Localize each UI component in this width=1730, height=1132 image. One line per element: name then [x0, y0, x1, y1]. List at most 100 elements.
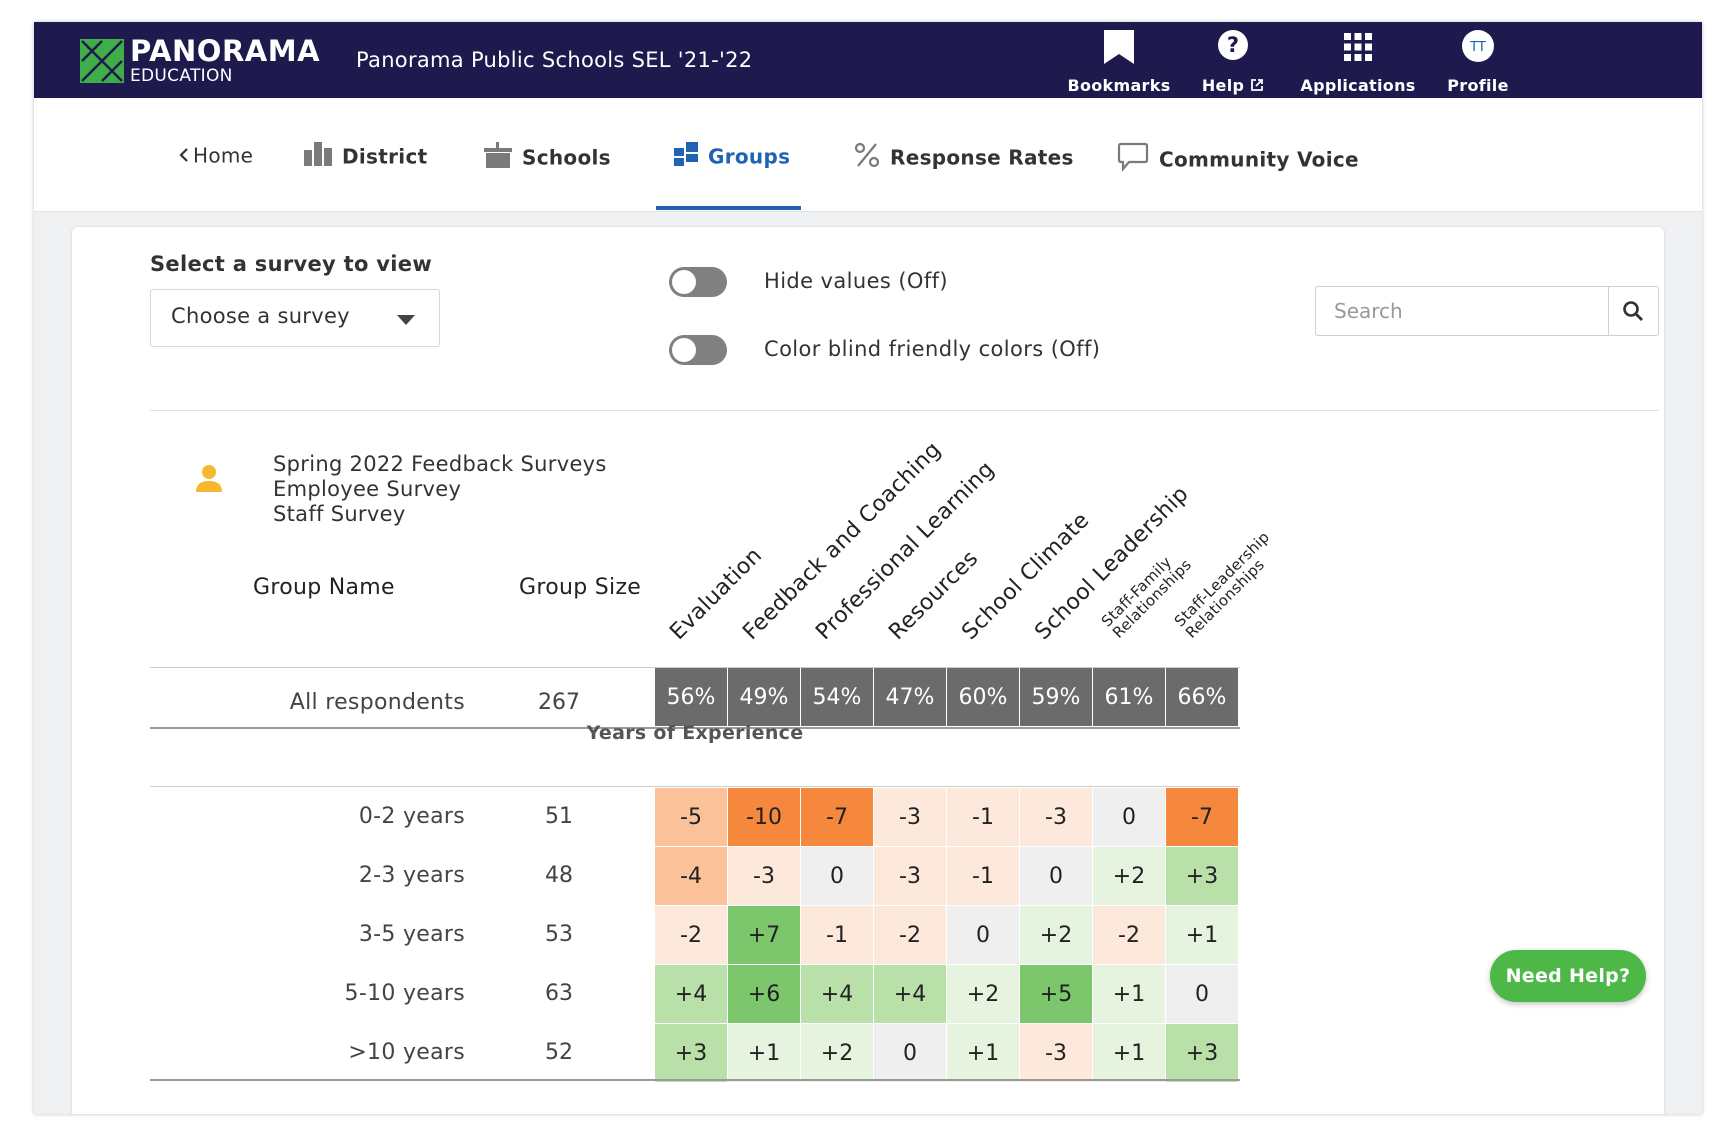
- heatmap-cell[interactable]: -3: [1020, 1024, 1092, 1082]
- report-card: Select a survey to view Choose a survey …: [72, 227, 1664, 1114]
- heatmap-cell[interactable]: 0: [1093, 788, 1165, 846]
- heatmap-cell[interactable]: 0: [874, 1024, 946, 1082]
- tab-schools-label: Schools: [522, 145, 611, 170]
- search-button[interactable]: [1608, 287, 1658, 335]
- heatmap-cell[interactable]: +4: [655, 965, 727, 1023]
- group-size-header: Group Size: [519, 575, 642, 600]
- panorama-logo-icon[interactable]: [80, 39, 124, 83]
- heatmap-cell[interactable]: +6: [728, 965, 800, 1023]
- heatmap-cell[interactable]: +2: [801, 1024, 873, 1082]
- heatmap-cell[interactable]: -10: [728, 788, 800, 846]
- total-cell[interactable]: 66%: [1166, 668, 1238, 726]
- heatmap-cell[interactable]: -1: [947, 847, 1019, 905]
- heatmap-cell[interactable]: -1: [947, 788, 1019, 846]
- divider: [150, 1079, 1240, 1081]
- heatmap-cell[interactable]: -2: [655, 906, 727, 964]
- heatmap-cell[interactable]: -1: [801, 906, 873, 964]
- heatmap-cell[interactable]: +1: [1093, 965, 1165, 1023]
- heatmap-cell[interactable]: -3: [1020, 788, 1092, 846]
- hide-values-toggle[interactable]: [669, 267, 727, 297]
- total-cell[interactable]: 60%: [947, 668, 1019, 726]
- chevron-left-icon: [179, 144, 189, 168]
- heatmap-cell[interactable]: +1: [947, 1024, 1019, 1082]
- tab-schools[interactable]: Schools: [484, 142, 611, 210]
- row-label: 5-10 years: [344, 981, 465, 1006]
- heatmap-cell[interactable]: -4: [655, 847, 727, 905]
- groups-icon: [674, 142, 698, 171]
- color-blind-toggle[interactable]: [669, 335, 727, 365]
- tab-groups[interactable]: Groups: [674, 142, 790, 210]
- color-blind-label: Color blind friendly colors (Off): [764, 337, 1101, 361]
- row-size: 51: [545, 804, 573, 829]
- heatmap-cell[interactable]: 0: [1166, 965, 1238, 1023]
- profile-label: Profile: [1447, 76, 1509, 95]
- heatmap-cell[interactable]: +2: [1093, 847, 1165, 905]
- tab-response-rates[interactable]: Response Rates: [854, 142, 1074, 210]
- row-size: 53: [545, 922, 573, 947]
- applications-label: Applications: [1300, 76, 1416, 95]
- app-window: PANORAMA EDUCATION Panorama Public Schoo…: [34, 22, 1702, 1114]
- speech-bubble-icon: [1117, 142, 1149, 177]
- avatar: TT: [1436, 28, 1520, 68]
- app-title: Panorama Public Schools SEL '21-'22: [356, 48, 753, 72]
- row-size: 48: [545, 863, 573, 888]
- svg-text:TT: TT: [1469, 40, 1486, 55]
- total-cell[interactable]: 61%: [1093, 668, 1165, 726]
- search-icon: [1623, 301, 1643, 321]
- row-label: 0-2 years: [358, 804, 465, 829]
- survey-dropdown[interactable]: Choose a survey: [150, 289, 440, 347]
- need-help-button[interactable]: Need Help?: [1490, 950, 1646, 1002]
- total-cell[interactable]: 56%: [655, 668, 727, 726]
- survey-info-line: Staff Survey: [273, 502, 406, 526]
- tab-home-label: Home: [193, 143, 254, 168]
- tab-district[interactable]: District: [304, 142, 427, 210]
- row-size: 52: [545, 1040, 573, 1065]
- row-label: 3-5 years: [358, 922, 465, 947]
- external-link-icon: [1251, 79, 1264, 91]
- applications-button[interactable]: Applications: [1296, 28, 1420, 95]
- tab-community-voice[interactable]: Community Voice: [1117, 142, 1359, 210]
- row-label: 2-3 years: [358, 863, 465, 888]
- help-button[interactable]: ? Help: [1188, 28, 1278, 95]
- heatmap-cell[interactable]: +2: [947, 965, 1019, 1023]
- help-icon: ?: [1188, 28, 1278, 68]
- bookmarks-button[interactable]: Bookmarks: [1066, 28, 1172, 95]
- heatmap-cell[interactable]: -2: [874, 906, 946, 964]
- section-title: Years of Experience: [586, 722, 804, 744]
- survey-info-line: Employee Survey: [273, 477, 462, 501]
- tab-groups-label: Groups: [708, 144, 791, 169]
- heatmap-cell[interactable]: +1: [1166, 906, 1238, 964]
- heatmap-cell[interactable]: -3: [874, 788, 946, 846]
- heatmap-cell[interactable]: -3: [728, 847, 800, 905]
- tab-district-label: District: [342, 144, 428, 169]
- heatmap-cell[interactable]: +3: [655, 1024, 727, 1082]
- heatmap-cell[interactable]: +1: [728, 1024, 800, 1082]
- tab-home[interactable]: Home: [179, 142, 253, 210]
- heatmap-cell[interactable]: +2: [1020, 906, 1092, 964]
- heatmap-cell[interactable]: +4: [874, 965, 946, 1023]
- heatmap-cell[interactable]: +7: [728, 906, 800, 964]
- heatmap-cell[interactable]: -2: [1093, 906, 1165, 964]
- heatmap-cell[interactable]: -7: [1166, 788, 1238, 846]
- total-cell[interactable]: 59%: [1020, 668, 1092, 726]
- all-respondents-label: All respondents: [289, 690, 465, 715]
- heatmap-cell[interactable]: -7: [801, 788, 873, 846]
- profile-button[interactable]: TT Profile: [1436, 28, 1520, 95]
- heatmap-cell[interactable]: +3: [1166, 1024, 1238, 1082]
- heatmap-cell[interactable]: +3: [1166, 847, 1238, 905]
- heatmap-cell[interactable]: +1: [1093, 1024, 1165, 1082]
- total-cell[interactable]: 49%: [728, 668, 800, 726]
- search-input[interactable]: [1316, 287, 1608, 335]
- heatmap-cell[interactable]: -5: [655, 788, 727, 846]
- heatmap-cell[interactable]: 0: [801, 847, 873, 905]
- school-icon: [484, 142, 512, 173]
- heatmap-cell[interactable]: 0: [947, 906, 1019, 964]
- total-cell[interactable]: 47%: [874, 668, 946, 726]
- heatmap-cell[interactable]: 0: [1020, 847, 1092, 905]
- heatmap-cell[interactable]: +4: [801, 965, 873, 1023]
- brand-name: PANORAMA: [130, 34, 321, 68]
- active-tab-indicator: [656, 206, 801, 210]
- total-cell[interactable]: 54%: [801, 668, 873, 726]
- heatmap-cell[interactable]: -3: [874, 847, 946, 905]
- heatmap-cell[interactable]: +5: [1020, 965, 1092, 1023]
